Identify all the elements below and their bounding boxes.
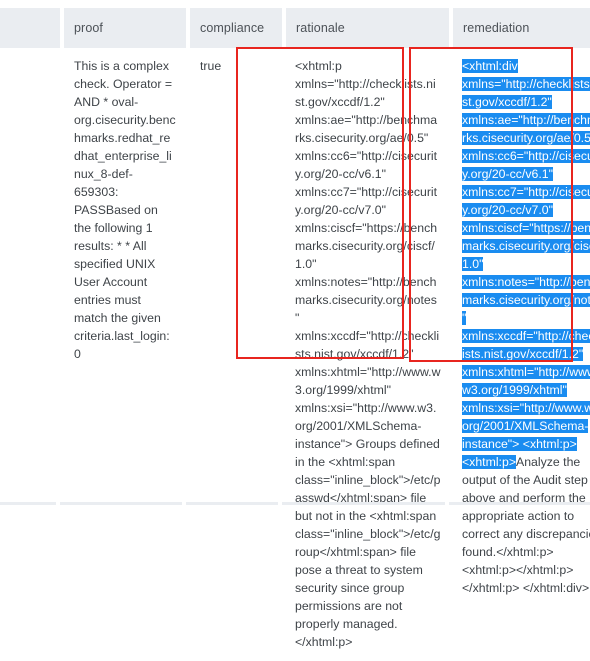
cell-remediation[interactable]: <xhtml:div xmlns="http://checklists.nist… bbox=[453, 48, 590, 661]
rationale-body-text: Groups defined in the <xhtml:span class=… bbox=[295, 437, 441, 649]
column-header-rationale[interactable]: rationale bbox=[286, 8, 449, 48]
table-row[interactable]: This is a complex check. Operator = AND … bbox=[0, 48, 590, 661]
findings-table: proof compliance rationale remediation T… bbox=[0, 8, 590, 661]
remediation-body-text: Analyze the output of the Audit step abo… bbox=[462, 455, 590, 595]
rationale-xml-header-text: <xhtml:p xmlns="http://checklists.nist.g… bbox=[295, 59, 441, 451]
column-header-compliance[interactable]: compliance bbox=[190, 8, 282, 48]
cell-proof[interactable]: This is a complex check. Operator = AND … bbox=[64, 48, 186, 661]
column-header-gutter bbox=[0, 8, 60, 48]
cell-compliance[interactable]: true bbox=[190, 48, 282, 661]
cell-rationale[interactable]: <xhtml:p xmlns="http://checklists.nist.g… bbox=[286, 48, 449, 661]
column-header-remediation[interactable]: remediation bbox=[453, 8, 590, 48]
table-header: proof compliance rationale remediation bbox=[0, 8, 590, 48]
compliance-value: true bbox=[200, 59, 222, 73]
column-header-proof[interactable]: proof bbox=[64, 8, 186, 48]
results-table-container: proof compliance rationale remediation T… bbox=[0, 0, 590, 661]
remediation-selected-text[interactable]: <xhtml:div xmlns="http://checklists.nist… bbox=[462, 59, 590, 469]
table-header-row: proof compliance rationale remediation bbox=[0, 8, 590, 48]
table-body: This is a complex check. Operator = AND … bbox=[0, 48, 590, 661]
row-gutter-cell bbox=[0, 48, 60, 661]
proof-text: This is a complex check. Operator = AND … bbox=[74, 59, 176, 361]
